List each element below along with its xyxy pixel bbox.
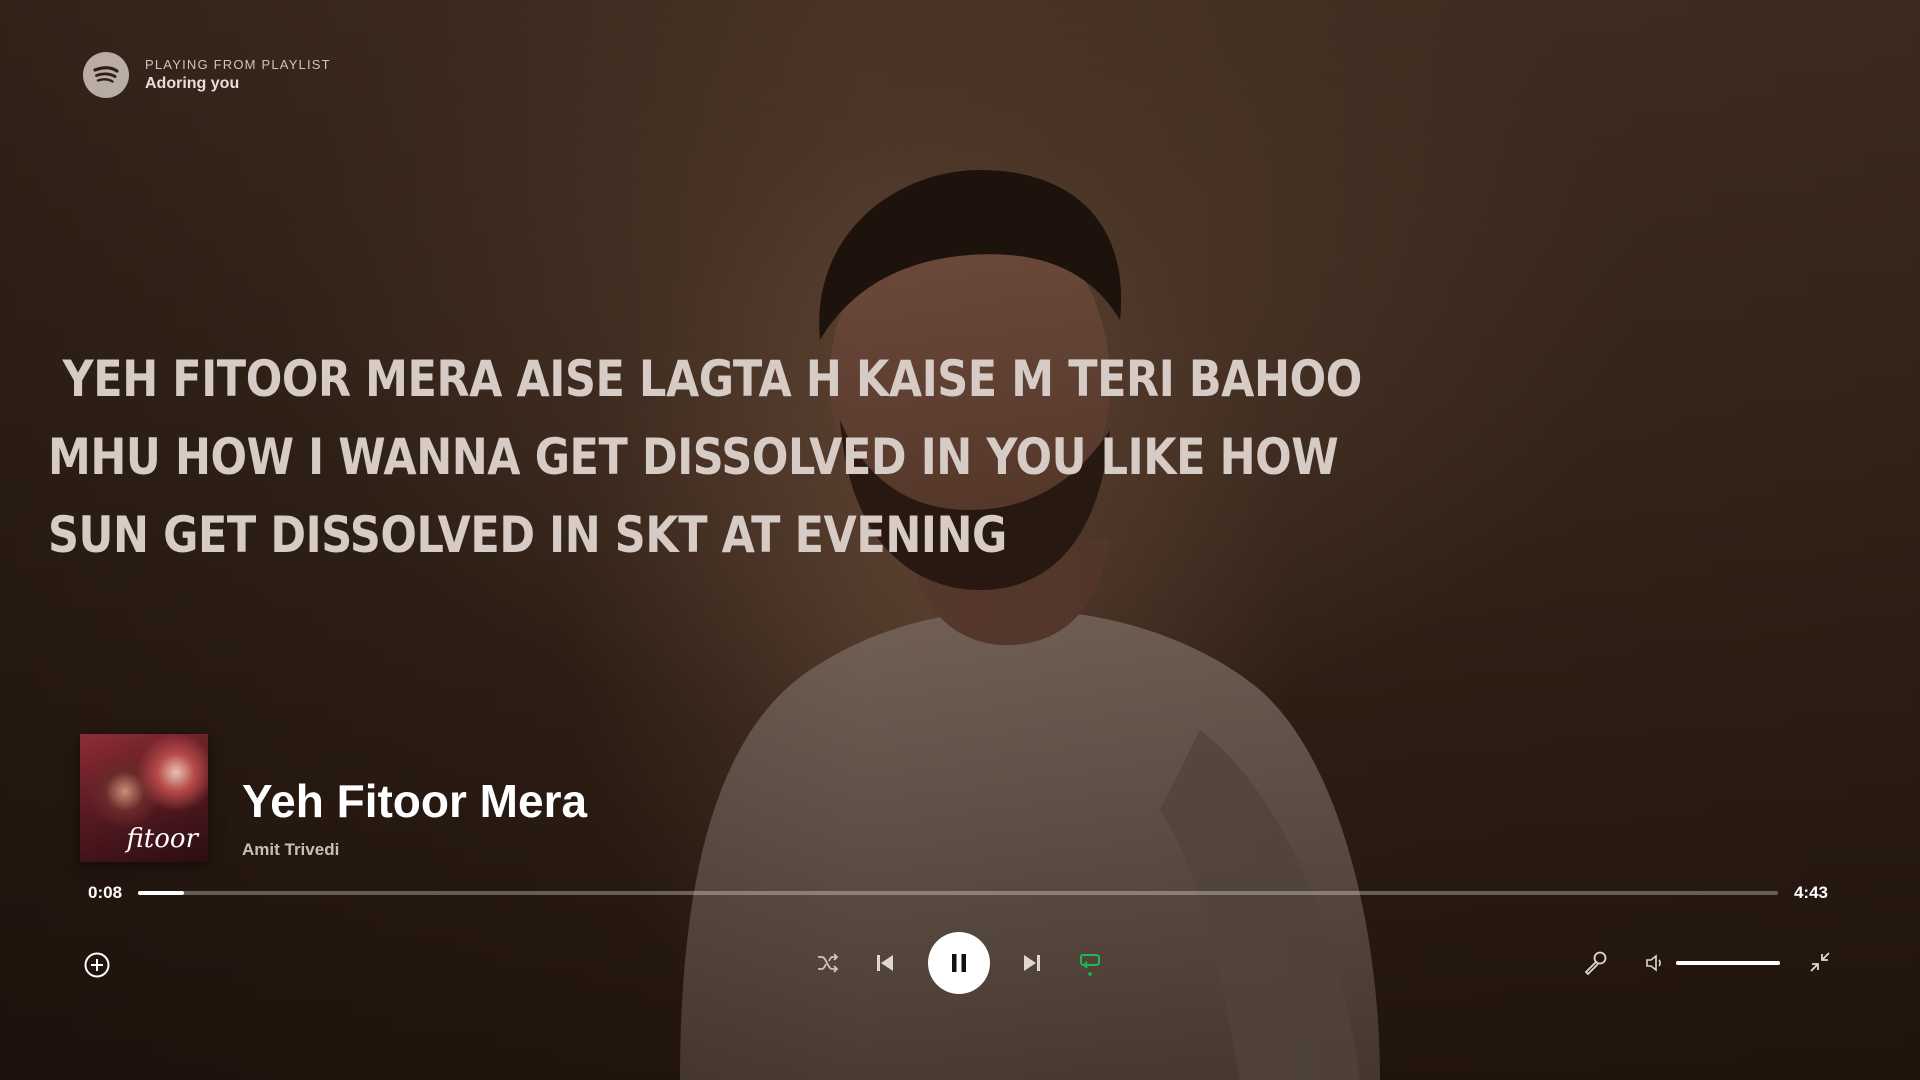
microphone-icon (1584, 951, 1607, 976)
volume-control (1644, 952, 1780, 974)
exit-fullscreen-button[interactable] (1806, 948, 1834, 976)
player-controls (0, 930, 1920, 996)
previous-button[interactable] (872, 950, 898, 976)
volume-icon (1646, 954, 1661, 972)
album-cover[interactable]: fitoor (80, 734, 208, 862)
volume-slider[interactable] (1676, 961, 1780, 965)
minimize-icon (1810, 952, 1830, 972)
lyrics-line: YEH FITOOR MERA AISE LAGTA H KAISE M TER… (48, 350, 1363, 408)
lyrics-line: MHU HOW I WANNA GET DISSOLVED IN YOU LIK… (48, 428, 1339, 486)
volume-button[interactable] (1644, 952, 1666, 974)
album-cover-title: fitoor (126, 824, 198, 854)
lyrics-button[interactable] (1580, 948, 1610, 978)
now-playing-info: fitoor Yeh Fitoor Mera Amit Trivedi (80, 734, 587, 862)
shuffle-button[interactable] (813, 950, 843, 976)
skip-next-icon (1024, 955, 1040, 971)
volume-slider-fill (1676, 961, 1780, 965)
context-label: PLAYING FROM PLAYLIST (145, 57, 331, 72)
playback-progress: 0:08 4:43 (88, 883, 1828, 903)
add-to-library-button[interactable] (82, 950, 112, 980)
next-button[interactable] (1019, 950, 1045, 976)
lyrics-line: SUN GET DISSOLVED IN SKT AT EVENING (48, 506, 1007, 564)
progress-bar-fill (138, 891, 184, 895)
repeat-button[interactable] (1076, 948, 1104, 978)
lyrics-panel: YEH FITOOR MERA AISE LAGTA H KAISE M TER… (48, 340, 1363, 574)
skip-previous-icon (877, 955, 893, 971)
plus-circle-icon (84, 952, 110, 978)
repeat-icon (1080, 954, 1100, 976)
progress-bar[interactable] (138, 891, 1778, 895)
fullscreen-player: PLAYING FROM PLAYLIST Adoring you YEH FI… (0, 0, 1920, 1080)
pause-button[interactable] (928, 932, 990, 994)
playing-context[interactable]: PLAYING FROM PLAYLIST Adoring you (83, 52, 331, 98)
spotify-logo-icon (83, 52, 129, 98)
track-artist[interactable]: Amit Trivedi (242, 840, 587, 860)
track-title[interactable]: Yeh Fitoor Mera (242, 774, 587, 828)
playback-controls (813, 930, 1103, 996)
elapsed-time: 0:08 (88, 883, 123, 902)
playlist-name[interactable]: Adoring you (145, 75, 331, 93)
pause-icon (952, 954, 966, 972)
shuffle-icon (818, 953, 839, 973)
total-duration: 4:43 (1793, 883, 1828, 902)
